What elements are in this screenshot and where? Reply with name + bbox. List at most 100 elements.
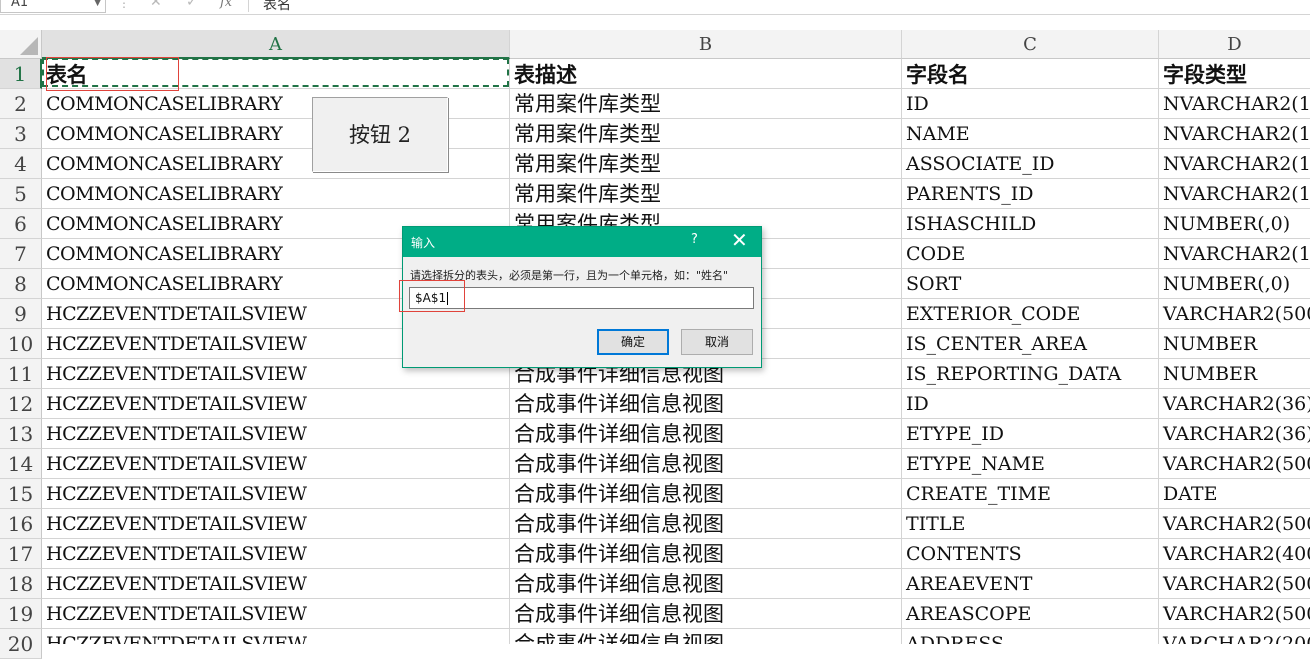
cell-a[interactable]: HCZZEVENTDETAILSVIEW	[42, 419, 510, 449]
cell-d[interactable]: VARCHAR2(500)	[1159, 599, 1310, 629]
cell-b[interactable]: 表描述	[510, 59, 902, 89]
cell-a[interactable]: COMMONCASELIBRARY	[42, 179, 510, 209]
cell-a[interactable]: HCZZEVENTDETAILSVIEW	[42, 509, 510, 539]
cancel-icon[interactable]: ✕	[150, 0, 162, 10]
cell-c[interactable]: CONTENTS	[902, 539, 1159, 569]
row-header[interactable]: 19	[0, 599, 42, 629]
cell-b[interactable]: 常用案件库类型	[510, 119, 902, 149]
row-header[interactable]: 8	[0, 269, 42, 299]
cell-d[interactable]: VARCHAR2(200)	[1159, 629, 1310, 644]
cell-c[interactable]: 字段名	[902, 59, 1159, 89]
cell-d[interactable]: NUMBER(,0)	[1159, 269, 1310, 299]
cell-d[interactable]: NVARCHAR2(100	[1159, 119, 1310, 149]
cell-d[interactable]: DATE	[1159, 479, 1310, 509]
cell-d[interactable]: VARCHAR2(500)	[1159, 569, 1310, 599]
help-icon[interactable]: ?	[691, 232, 698, 247]
close-icon[interactable]: ✕	[731, 228, 748, 252]
row-header[interactable]: 1	[0, 59, 42, 89]
cell-d[interactable]: NVARCHAR2(100	[1159, 89, 1310, 119]
cell-c[interactable]: IS_REPORTING_DATA	[902, 359, 1159, 389]
row-header[interactable]: 4	[0, 149, 42, 179]
cell-d[interactable]: VARCHAR2(36)	[1159, 419, 1310, 449]
cell-a[interactable]: HCZZEVENTDETAILSVIEW	[42, 629, 510, 644]
cell-b[interactable]: 合成事件详细信息视图	[510, 629, 902, 644]
formula-input[interactable]: 表名	[248, 0, 1310, 13]
cell-c[interactable]: SORT	[902, 269, 1159, 299]
row-header[interactable]: 20	[0, 629, 42, 659]
cell-d[interactable]: NUMBER	[1159, 329, 1310, 359]
cell-b[interactable]: 合成事件详细信息视图	[510, 569, 902, 599]
row-header[interactable]: 16	[0, 509, 42, 539]
cell-c[interactable]: NAME	[902, 119, 1159, 149]
cell-b[interactable]: 常用案件库类型	[510, 89, 902, 119]
row-header[interactable]: 5	[0, 179, 42, 209]
cell-a[interactable]: HCZZEVENTDETAILSVIEW	[42, 389, 510, 419]
cell-c[interactable]: ID	[902, 389, 1159, 419]
cell-b[interactable]: 合成事件详细信息视图	[510, 599, 902, 629]
cell-d[interactable]: NUMBER	[1159, 359, 1310, 389]
select-all-corner[interactable]	[0, 30, 42, 59]
cell-c[interactable]: PARENTS_ID	[902, 179, 1159, 209]
cell-b[interactable]: 常用案件库类型	[510, 149, 902, 179]
cell-a[interactable]: HCZZEVENTDETAILSVIEW	[42, 539, 510, 569]
cell-d[interactable]: VARCHAR2(36)	[1159, 389, 1310, 419]
cell-d[interactable]: VARCHAR2(500)	[1159, 299, 1310, 329]
cell-c[interactable]: AREAEVENT	[902, 569, 1159, 599]
cell-c[interactable]: ISHASCHILD	[902, 209, 1159, 239]
cell-c[interactable]: CODE	[902, 239, 1159, 269]
cell-c[interactable]: EXTERIOR_CODE	[902, 299, 1159, 329]
row-header[interactable]: 15	[0, 479, 42, 509]
cell-c[interactable]: CREATE_TIME	[902, 479, 1159, 509]
cell-a[interactable]: HCZZEVENTDETAILSVIEW	[42, 599, 510, 629]
cell-a[interactable]: HCZZEVENTDETAILSVIEW	[42, 569, 510, 599]
cell-c[interactable]: ADDRESS	[902, 629, 1159, 644]
cell-a[interactable]: HCZZEVENTDETAILSVIEW	[42, 449, 510, 479]
column-header-b[interactable]: B	[510, 30, 902, 59]
row-header[interactable]: 18	[0, 569, 42, 599]
confirm-icon[interactable]: ✓	[186, 0, 198, 10]
ok-button[interactable]: 确定	[597, 329, 669, 355]
cell-c[interactable]: IS_CENTER_AREA	[902, 329, 1159, 359]
column-header-a[interactable]: A	[42, 30, 510, 59]
row-header[interactable]: 3	[0, 119, 42, 149]
cell-d[interactable]: VARCHAR2(500)	[1159, 509, 1310, 539]
row-header[interactable]: 10	[0, 329, 42, 359]
cell-b[interactable]: 合成事件详细信息视图	[510, 389, 902, 419]
cell-d[interactable]: 字段类型	[1159, 59, 1310, 89]
row-header[interactable]: 6	[0, 209, 42, 239]
cell-a[interactable]: HCZZEVENTDETAILSVIEW	[42, 479, 510, 509]
cell-c[interactable]: ETYPE_ID	[902, 419, 1159, 449]
cell-b[interactable]: 合成事件详细信息视图	[510, 479, 902, 509]
cell-b[interactable]: 合成事件详细信息视图	[510, 449, 902, 479]
row-header[interactable]: 11	[0, 359, 42, 389]
cell-b[interactable]: 合成事件详细信息视图	[510, 419, 902, 449]
row-header[interactable]: 13	[0, 419, 42, 449]
row-header[interactable]: 12	[0, 389, 42, 419]
row-header[interactable]: 9	[0, 299, 42, 329]
column-header-c[interactable]: C	[902, 30, 1159, 59]
cell-c[interactable]: TITLE	[902, 509, 1159, 539]
cell-c[interactable]: ASSOCIATE_ID	[902, 149, 1159, 179]
cell-c[interactable]: AREASCOPE	[902, 599, 1159, 629]
cell-c[interactable]: ID	[902, 89, 1159, 119]
cell-b[interactable]: 常用案件库类型	[510, 179, 902, 209]
cancel-button[interactable]: 取消	[681, 329, 753, 355]
name-box[interactable]: A1 ▼	[0, 0, 106, 13]
row-header[interactable]: 2	[0, 89, 42, 119]
cell-d[interactable]: NVARCHAR2(100	[1159, 149, 1310, 179]
cell-d[interactable]: VARCHAR2(500)	[1159, 449, 1310, 479]
row-header[interactable]: 7	[0, 239, 42, 269]
cell-d[interactable]: NUMBER(,0)	[1159, 209, 1310, 239]
column-header-d[interactable]: D	[1159, 30, 1310, 59]
cell-c[interactable]: ETYPE_NAME	[902, 449, 1159, 479]
insert-function-icon[interactable]: fx	[220, 0, 232, 10]
cell-d[interactable]: NVARCHAR2(100	[1159, 179, 1310, 209]
row-header[interactable]: 17	[0, 539, 42, 569]
form-button-2[interactable]: 按钮 2	[312, 97, 448, 172]
row-header[interactable]: 14	[0, 449, 42, 479]
cell-d[interactable]: NVARCHAR2(100	[1159, 239, 1310, 269]
cell-b[interactable]: 合成事件详细信息视图	[510, 539, 902, 569]
chevron-down-icon[interactable]: ▼	[94, 0, 101, 8]
cell-b[interactable]: 合成事件详细信息视图	[510, 509, 902, 539]
cell-d[interactable]: VARCHAR2(4000	[1159, 539, 1310, 569]
